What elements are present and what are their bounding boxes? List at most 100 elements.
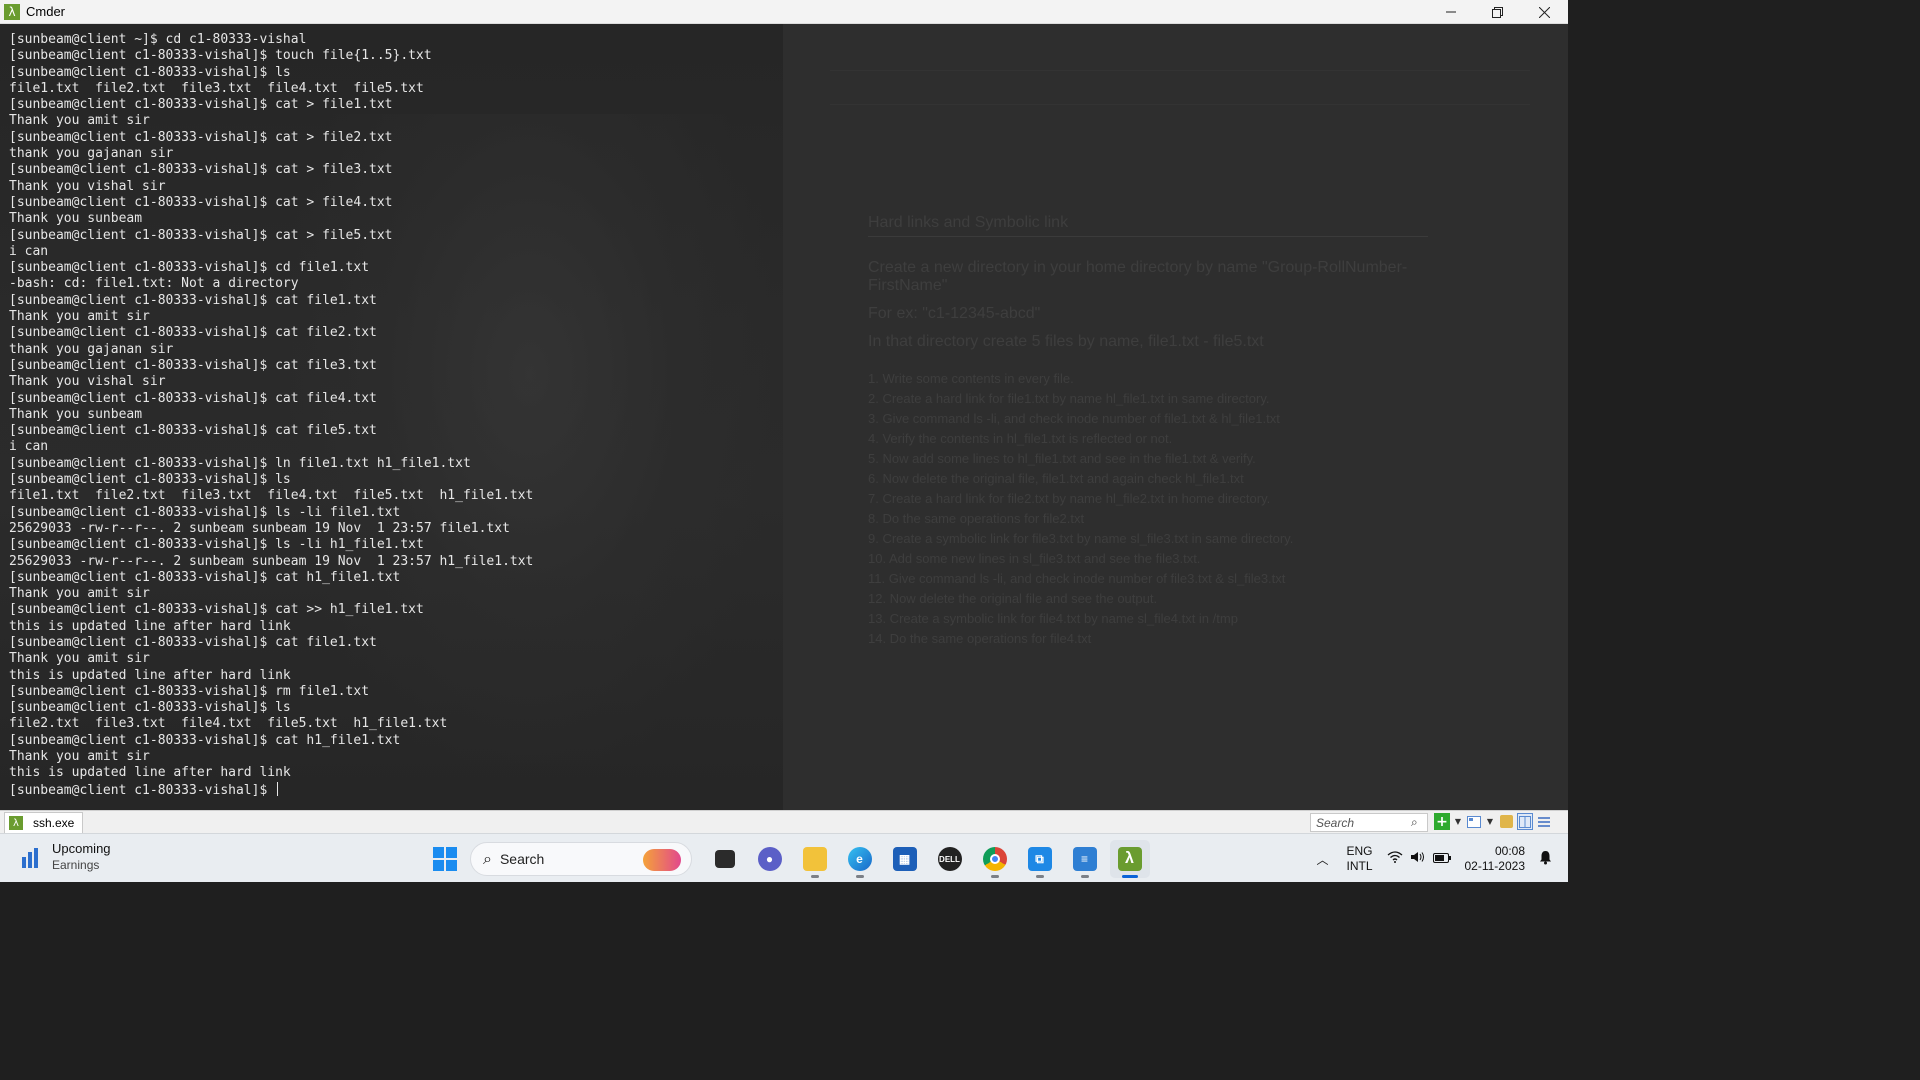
clock-time: 00:08 [1494,844,1525,858]
lock-icon[interactable] [1498,813,1514,830]
background-doc-list-item: 10. Add some new lines in sl_file3.txt a… [868,551,1201,566]
chat-icon: ● [757,847,782,871]
terminal-line: [sunbeam@client c1-80333-vishal]$ cat > … [9,162,393,178]
search-icon[interactable]: ⌕ [1411,815,1418,830]
terminal-line: [sunbeam@client c1-80333-vishal]$ cat fi… [9,423,377,439]
store-button[interactable]: ▦ [885,840,925,878]
terminal-line: [sunbeam@client c1-80333-vishal]$ rm fil… [9,683,370,699]
language-code: ENG [1346,844,1373,858]
terminal-line: [sunbeam@client c1-80333-vishal]$ cat >>… [9,602,424,618]
lambda-icon: λ [9,816,23,830]
minimize-icon [1445,11,1456,13]
background-doc-list-item: 6. Now delete the original file, file1.t… [868,471,1244,486]
terminal-line: i can [9,439,49,455]
quick-settings[interactable] [1387,851,1451,867]
start-button[interactable] [426,840,464,878]
chrome-icon [982,847,1007,871]
terminal-line: [sunbeam@client c1-80333-vishal]$ cat h1… [9,732,401,748]
terminal-line: thank you gajanan sir [9,146,174,162]
terminal-line: file2.txt file3.txt file4.txt file5.txt … [9,716,448,732]
taskbar-search-box[interactable]: ⌕ Search [470,842,692,876]
minimize-button[interactable] [1427,0,1474,24]
terminal-line: thank you gajanan sir [9,341,174,357]
terminal-line: [sunbeam@client c1-80333-vishal]$ ln fil… [9,455,471,471]
background-document: Hard links and Symbolic link Create a ne… [868,214,1428,649]
terminal-output[interactable]: [sunbeam@client ~]$ cd c1-80333-vishal [s… [9,32,533,798]
status-toolbar: + ▼ ▼ [1434,813,1552,830]
chat-button[interactable]: ● [750,840,790,878]
terminal-line: [sunbeam@client c1-80333-vishal]$ cat > … [9,227,393,243]
layout-icon[interactable] [1466,813,1482,830]
notepad-button[interactable]: ≡ [1065,840,1105,878]
terminal-line: Thank you amit sir [9,309,150,325]
menu-icon[interactable] [1536,813,1552,830]
terminal-line: [sunbeam@client c1-80333-vishal]$ cat fi… [9,292,377,308]
restore-icon [1492,6,1503,18]
keyboard-layout: INTL [1346,859,1373,873]
widgets-button[interactable]: Upcoming Earnings [20,841,111,872]
background-doc-list-item: 7. Create a hard link for file2.txt by n… [868,491,1271,506]
terminal-line: file1.txt file2.txt file3.txt file4.txt … [9,488,534,504]
system-tray: ︿ ENG INTL 00:08 02-11-2023 [1316,840,1552,878]
file-explorer-button[interactable] [795,840,835,878]
edge-button[interactable]: e [840,840,880,878]
terminal-line: 25629033 -rw-r--r--. 2 sunbeam sunbeam 1… [9,520,510,536]
new-console-button[interactable]: + [1434,813,1450,830]
notepad-icon: ≡ [1072,847,1097,871]
task-view-button[interactable] [705,840,745,878]
terminal-line: Thank you amit sir [9,749,150,765]
console-tab[interactable]: λ ssh.exe [4,812,84,833]
chevron-down-icon[interactable]: ▼ [1485,813,1495,830]
remote-desktop-icon: ⧉ [1027,847,1052,871]
title-bar: λ Cmder [0,0,1568,24]
console-area[interactable]: Hard links and Symbolic link Create a ne… [0,24,1568,810]
restore-button[interactable] [1474,0,1521,24]
terminal-line: [sunbeam@client c1-80333-vishal]$ ls -li… [9,504,401,520]
window-controls [1427,0,1568,24]
terminal-line: [sunbeam@client c1-80333-vishal]$ cat h1… [9,569,401,585]
clock[interactable]: 00:08 02-11-2023 [1465,844,1526,874]
text-cursor [277,781,279,796]
close-icon [1539,6,1550,18]
chevron-up-icon[interactable]: ︿ [1316,851,1328,868]
background-doc-line: In that directory create 5 files by name… [868,333,1264,350]
background-doc-list: 1. Write some contents in every file. 2. … [868,369,1428,649]
close-button[interactable] [1521,0,1568,24]
background-doc-list-item: 12. Now delete the original file and see… [868,591,1158,606]
terminal-line: [sunbeam@client c1-80333-vishal]$ ls -li… [9,537,424,553]
cmder-taskbar-button[interactable]: λ [1109,840,1150,878]
notification-bell-icon[interactable] [1539,850,1552,869]
terminal-line: [sunbeam@client c1-80333-vishal]$ touch … [9,48,432,64]
terminal-line: [sunbeam@client c1-80333-vishal]$ cd fil… [9,260,370,276]
background-doc-toolbar [830,104,1530,118]
chrome-button[interactable] [975,840,1015,878]
background-doc-line: For ex: "c1-12345-abcd" [868,305,1041,322]
background-doc-title: Hard links and Symbolic link [868,214,1428,237]
search-icon: ⌕ [483,849,492,868]
terminal-line: Thank you amit sir [9,113,150,129]
console-search-input[interactable] [1311,814,1411,831]
split-pane-icon[interactable] [1517,813,1533,830]
remote-desktop-button[interactable]: ⧉ [1020,840,1060,878]
chevron-down-icon[interactable]: ▼ [1453,813,1463,830]
terminal-line: Thank you amit sir [9,586,150,602]
lambda-icon: λ [4,3,20,20]
console-search-box[interactable]: ⌕ [1310,813,1428,832]
taskbar: Upcoming Earnings ⌕ Search ● e ▦ DELL ⧉ … [0,833,1568,882]
stock-chart-icon [20,846,42,868]
background-doc-list-item: 3. Give command ls -li, and check inode … [868,411,1280,426]
background-doc-list-item: 4. Verify the contents in hl_file1.txt i… [868,431,1173,446]
background-doc-list-item: 11. Give command ls -li, and check inode… [868,571,1286,586]
background-doc-list-item: 8. Do the same operations for file2.txt [868,511,1085,526]
language-indicator[interactable]: ENG INTL [1346,844,1372,874]
terminal-line: [sunbeam@client ~]$ cd c1-80333-vishal [9,32,307,47]
dell-button[interactable]: DELL [930,840,970,878]
terminal-line: 25629033 -rw-r--r--. 2 sunbeam sunbeam 1… [9,553,534,569]
background-browser-toolbar [830,70,1530,84]
terminal-line: [sunbeam@client c1-80333-vishal]$ ls [9,64,291,80]
store-icon: ▦ [892,847,917,871]
window-title: Cmder [26,4,66,19]
taskbar-apps: ⌕ Search ● e ▦ DELL ⧉ ≡ λ [426,840,1152,878]
terminal-line: Thank you sunbeam [9,406,143,422]
wifi-icon [1387,851,1403,867]
